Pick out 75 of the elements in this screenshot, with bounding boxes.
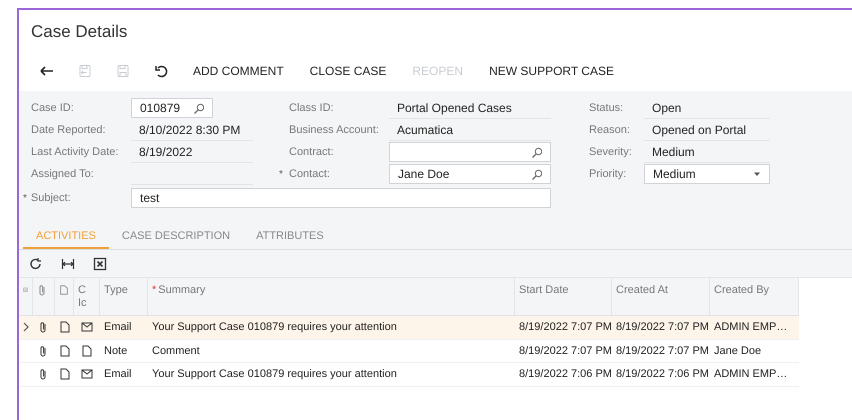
envelope-icon (81, 368, 93, 380)
toolbar-button[interactable]: ADD COMMENT (181, 58, 296, 84)
column-header: Start Date (519, 284, 569, 297)
field-label: Date Reported: (31, 122, 106, 138)
field-value: 8/19/2022 (139, 144, 192, 160)
table-cell-text: Note (104, 344, 128, 358)
envelope-icon (81, 321, 93, 334)
field-label: Contact: (289, 166, 330, 182)
column-header: C Ic (78, 284, 88, 310)
chevron-right-icon (22, 322, 30, 332)
table-cell-text: 8/19/2022 7:07 PM (519, 344, 612, 358)
excel-button[interactable] (93, 256, 107, 270)
table-cell-text: 8/19/2022 7:06 PM (616, 367, 709, 382)
table-cell-text: 8/19/2022 7:07 PM (616, 320, 709, 335)
field-label: Contract: (289, 144, 334, 160)
subject-field[interactable]: test (131, 188, 551, 208)
table-cell-text: ADMIN EMP… (714, 320, 788, 335)
document-icon (58, 321, 70, 334)
page-title: Case Details (31, 21, 128, 43)
toolbar-button[interactable]: NEW SUPPORT CASE (477, 58, 626, 84)
lookup-field[interactable]: Jane Doe (389, 164, 551, 184)
fit-width-button[interactable] (61, 256, 75, 270)
search-icon (531, 146, 542, 158)
table-cell-text: Comment (152, 344, 200, 358)
table-cell-text: Email (104, 320, 132, 335)
field-label: Business Account: (289, 122, 379, 138)
refresh-button[interactable] (29, 256, 43, 270)
document-icon (58, 344, 70, 357)
table-cell-text: Email (104, 367, 132, 382)
field-label: Case ID: (31, 100, 74, 116)
back-arrow-icon (39, 64, 55, 78)
search-icon (193, 102, 204, 114)
table-cell-text: 8/19/2022 7:07 PM (616, 344, 709, 358)
field-label: Severity: (589, 144, 632, 160)
table-cell-text: ADMIN EMP… (714, 367, 788, 382)
field-value: Portal Opened Cases (397, 100, 512, 116)
lookup-field[interactable] (389, 142, 551, 162)
column-header: Created At (616, 284, 668, 297)
required-mark: * (152, 284, 156, 297)
field-label: Class ID: (289, 100, 334, 116)
fit-width-icon (61, 256, 75, 270)
field-label: Reason: (589, 122, 630, 138)
field-label: Subject: (30, 190, 71, 206)
excel-icon (93, 256, 107, 270)
lookup-field[interactable]: 010879 (131, 98, 213, 118)
field-label: Assigned To: (31, 166, 94, 182)
table-cell-text: Jane Doe (714, 344, 762, 358)
toolbar-button[interactable]: CLOSE CASE (298, 58, 398, 84)
refresh-icon (29, 256, 43, 270)
table-cell-text: 8/19/2022 7:07 PM (519, 320, 612, 335)
field-label: Last Activity Date: (31, 144, 118, 160)
column-header: Summary (158, 284, 206, 297)
document-icon (58, 368, 70, 380)
field-value: Acumatica (397, 122, 454, 138)
table-cell-text: 8/19/2022 7:06 PM (519, 367, 612, 382)
document-icon (81, 344, 93, 357)
table-row[interactable]: Email Your Support Case 010879 requires your attention 8/19/2022 7:07 PM 8/19/2022 7:07 PM ADMIN EMP… (19, 316, 799, 340)
field-label: Priority: (589, 166, 626, 182)
caret-icon (753, 171, 761, 177)
column-header: Type (104, 284, 128, 297)
table-cell-text: Your Support Case 010879 requires your attention (152, 367, 397, 382)
field-value: Opened on Portal (652, 122, 746, 138)
required-mark: * (23, 192, 27, 206)
table-cell-text: Your Support Case 010879 requires your attention (152, 320, 397, 335)
table-row[interactable]: Note Comment 8/19/2022 7:07 PM 8/19/2022 7:07 PM Jane Doe (19, 340, 799, 363)
field-label: Status: (589, 100, 624, 116)
required-mark: * (279, 168, 283, 182)
column-header: Created By (714, 284, 770, 297)
field-value: Medium (652, 144, 695, 160)
undo-icon (154, 64, 168, 78)
dropdown-field[interactable]: Medium (644, 164, 770, 184)
search-icon (531, 168, 542, 180)
field-value: 8/10/2022 8:30 PM (139, 122, 240, 138)
field-value: Open (652, 100, 682, 116)
document-icon (59, 284, 69, 296)
